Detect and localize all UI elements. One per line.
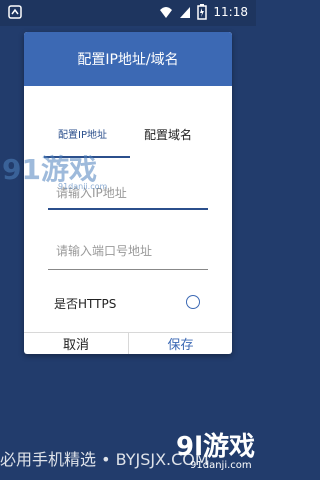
status-right: 11:18 <box>159 4 248 20</box>
port-input-underline <box>48 269 208 270</box>
tab-domain[interactable]: 配置域名 <box>144 126 192 143</box>
https-radio[interactable] <box>186 295 200 309</box>
cancel-button[interactable]: 取消 <box>24 332 128 354</box>
status-bar: 11:18 <box>0 0 256 26</box>
ip-input-underline <box>48 208 208 210</box>
notification-icon <box>8 5 22 19</box>
watermark-bottom-url: 91danji.com <box>190 460 252 471</box>
watermark-logo-bottom: 9l游戏 91danji.com <box>168 426 256 476</box>
watermark-bottom-text: 9l游戏 <box>176 432 256 462</box>
save-button[interactable]: 保存 <box>128 332 232 354</box>
watermark-logo-top: 91游戏 91danji.com <box>2 148 112 194</box>
signal-icon <box>180 7 191 18</box>
tab-ip[interactable]: 配置IP地址 <box>58 126 107 141</box>
https-label: 是否HTTPS <box>54 297 117 311</box>
wifi-icon <box>160 7 173 18</box>
status-time: 11:18 <box>213 5 248 19</box>
battery-icon <box>197 4 208 20</box>
watermark-top-url: 91danji.com <box>58 182 108 191</box>
port-input[interactable] <box>48 240 208 262</box>
dialog-title: 配置IP地址/域名 <box>77 52 179 68</box>
dialog-header: 配置IP地址/域名 <box>24 32 232 86</box>
https-row: 是否HTTPS <box>24 286 232 322</box>
